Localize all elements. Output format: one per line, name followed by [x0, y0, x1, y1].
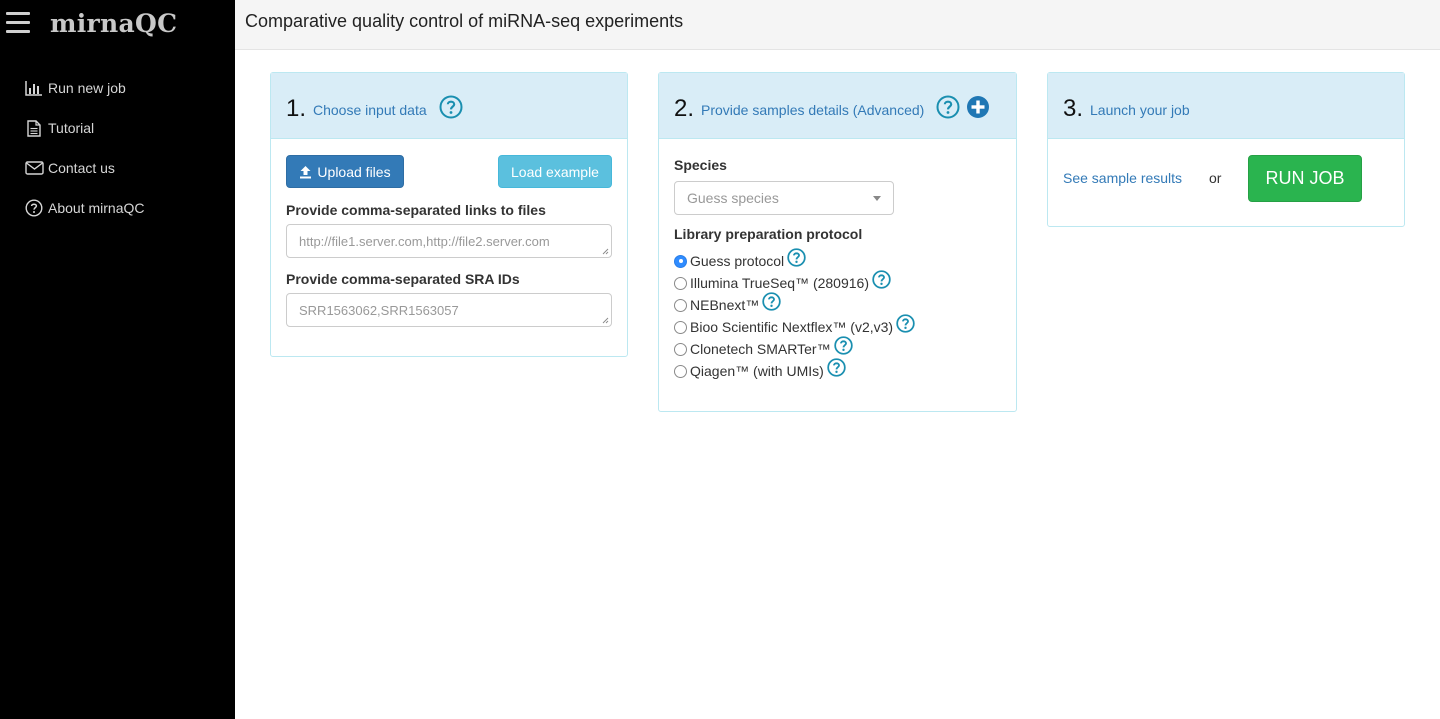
panel-heading: 3. Launch your job	[1048, 73, 1404, 139]
bar-chart-icon	[24, 79, 44, 97]
sidebar-nav: Run new job Tutorial Contact us About mi…	[24, 68, 144, 228]
protocol-option-label: NEBnext™	[690, 297, 760, 313]
upload-icon	[299, 165, 312, 179]
help-icon[interactable]	[896, 314, 915, 336]
radio-button[interactable]	[674, 298, 687, 312]
question-circle-icon	[24, 199, 44, 217]
sra-field-label: Provide comma-separated SRA IDs	[286, 271, 520, 287]
species-label: Species	[674, 157, 727, 173]
species-select[interactable]: Guess species	[674, 181, 894, 215]
protocol-option-guess[interactable]: Guess protocol	[674, 248, 806, 272]
page-title: Comparative quality control of miRNA-seq…	[245, 11, 684, 31]
envelope-icon	[24, 159, 44, 177]
links-input[interactable]: http://file1.server.com,http://file2.ser…	[286, 224, 612, 258]
brand-logo[interactable]: mirnaQC	[50, 9, 177, 38]
sidebar-item-run-new-job[interactable]: Run new job	[24, 68, 144, 108]
page-header: Comparative quality control of miRNA-seq…	[235, 0, 1440, 50]
sidebar-item-about[interactable]: About mirnaQC	[24, 188, 144, 228]
sidebar-item-label: About mirnaQC	[48, 200, 145, 216]
protocol-option-illumina[interactable]: Illumina TrueSeq™ (280916)	[674, 270, 891, 294]
expand-plus-icon[interactable]	[966, 95, 990, 124]
help-icon[interactable]	[439, 95, 463, 124]
load-example-button[interactable]: Load example	[498, 155, 612, 188]
sidebar-item-label: Run new job	[48, 80, 126, 96]
help-icon[interactable]	[787, 248, 806, 270]
sidebar-item-tutorial[interactable]: Tutorial	[24, 108, 144, 148]
panel-sample-details: 2. Provide samples details (Advanced) Sp…	[658, 72, 1017, 412]
protocol-option-clonetech[interactable]: Clonetech SMARTer™	[674, 336, 853, 360]
step-number: 2.	[674, 95, 695, 122]
sidebar-item-label: Contact us	[48, 160, 115, 176]
protocol-option-qiagen[interactable]: Qiagen™ (with UMIs)	[674, 358, 846, 382]
radio-button[interactable]	[674, 254, 687, 268]
protocol-option-label: Bioo Scientific Nextflex™ (v2,v3)	[690, 319, 894, 335]
species-selected-value: Guess species	[687, 190, 779, 206]
chevron-down-icon	[873, 196, 881, 201]
protocol-option-label: Illumina TrueSeq™ (280916)	[690, 275, 869, 291]
protocol-option-label: Clonetech SMARTer™	[690, 341, 831, 357]
panel-title-link[interactable]: Launch your job	[1090, 102, 1190, 118]
resize-handle-icon[interactable]	[602, 248, 609, 255]
or-text: or	[1209, 170, 1222, 186]
see-sample-results-link[interactable]: See sample results	[1063, 170, 1182, 186]
help-icon[interactable]	[827, 358, 846, 380]
radio-button[interactable]	[674, 320, 687, 334]
radio-button[interactable]	[674, 342, 687, 356]
help-icon[interactable]	[936, 95, 960, 124]
panel-title-link[interactable]: Choose input data	[313, 102, 427, 118]
upload-files-label: Upload files	[317, 163, 391, 180]
protocol-option-nebnext[interactable]: NEBnext™	[674, 292, 781, 316]
panel-heading: 2. Provide samples details (Advanced)	[659, 73, 1016, 139]
sidebar: mirnaQC Run new job Tutorial Contact us …	[0, 0, 235, 719]
protocol-option-bioo[interactable]: Bioo Scientific Nextflex™ (v2,v3)	[674, 314, 915, 338]
run-job-button[interactable]: RUN JOB	[1248, 155, 1362, 202]
sra-placeholder: SRR1563062,SRR1563057	[299, 302, 459, 318]
sra-input[interactable]: SRR1563062,SRR1563057	[286, 293, 612, 327]
step-number: 3.	[1063, 95, 1084, 122]
radio-button[interactable]	[674, 276, 687, 290]
help-icon[interactable]	[762, 292, 781, 314]
links-placeholder: http://file1.server.com,http://file2.ser…	[299, 233, 550, 249]
resize-handle-icon[interactable]	[602, 317, 609, 324]
step-number: 1.	[286, 95, 307, 122]
menu-toggle-icon[interactable]	[6, 12, 30, 34]
file-icon	[24, 119, 44, 137]
panel-heading: 1. Choose input data	[271, 73, 627, 139]
sidebar-item-contact[interactable]: Contact us	[24, 148, 144, 188]
panel-launch-job: 3. Launch your job See sample results or…	[1047, 72, 1405, 227]
protocol-label: Library preparation protocol	[674, 226, 863, 242]
upload-files-button[interactable]: Upload files	[286, 155, 404, 188]
panel-choose-input: 1. Choose input data Upload files Load e…	[270, 72, 628, 357]
sidebar-item-label: Tutorial	[48, 120, 95, 136]
help-icon[interactable]	[872, 270, 891, 292]
radio-button[interactable]	[674, 364, 687, 378]
protocol-option-label: Qiagen™ (with UMIs)	[690, 363, 824, 379]
panel-title-link[interactable]: Provide samples details (Advanced)	[701, 102, 924, 118]
help-icon[interactable]	[833, 336, 853, 358]
links-field-label: Provide comma-separated links to files	[286, 202, 546, 218]
protocol-option-label: Guess protocol	[690, 253, 785, 269]
